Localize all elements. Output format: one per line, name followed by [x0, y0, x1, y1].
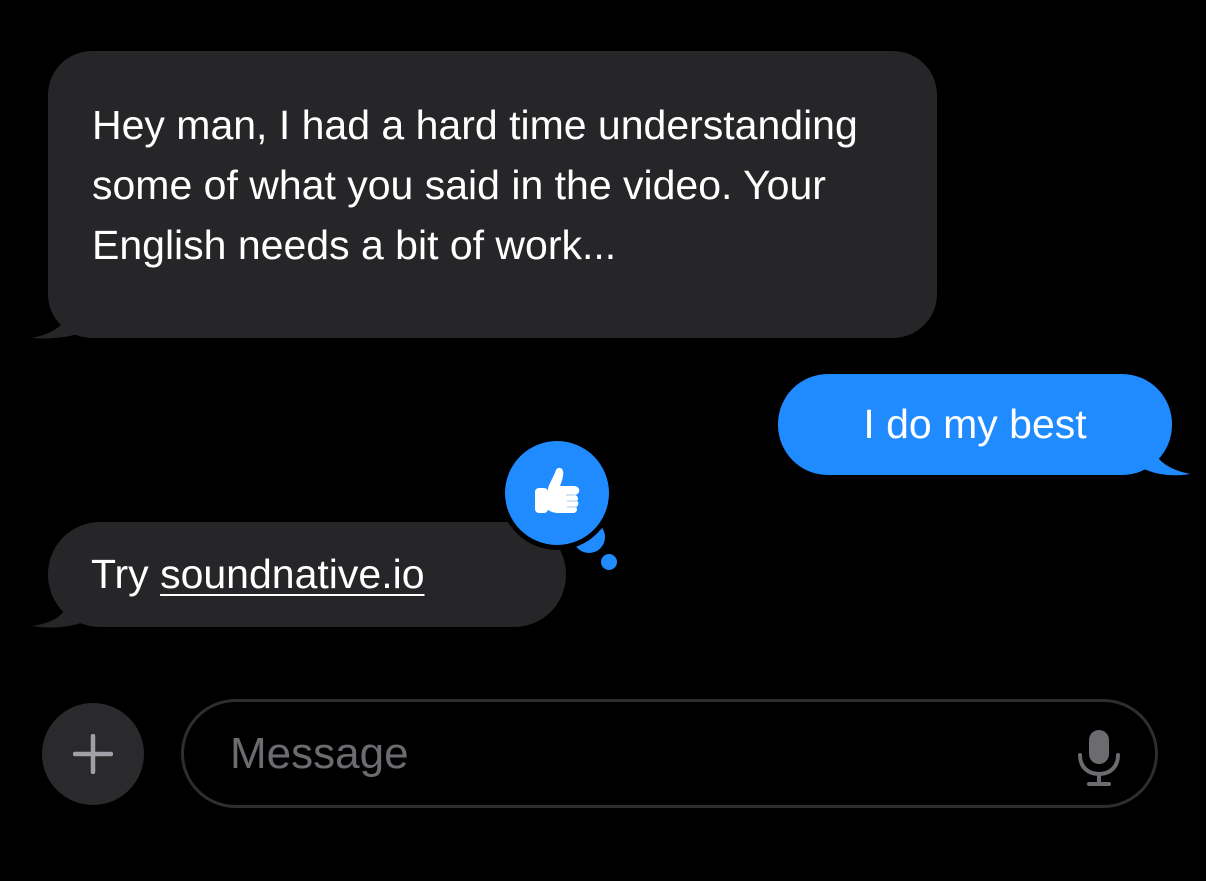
outgoing-message-bubble[interactable]: I do my best — [778, 374, 1172, 475]
incoming-message-bubble[interactable]: Hey man, I had a hard time understanding… — [48, 51, 937, 338]
incoming-bubble-tail — [32, 300, 98, 339]
incoming-bubble-tail — [32, 590, 98, 628]
messages-screen: Hey man, I had a hard time understanding… — [0, 0, 1206, 881]
plus-icon — [73, 734, 113, 774]
reaction-bubble-dot — [601, 554, 617, 570]
microphone-icon[interactable] — [1074, 729, 1124, 787]
thumbs-up-reaction[interactable] — [505, 441, 609, 545]
message-text: Hey man, I had a hard time understanding… — [92, 102, 858, 268]
message-text: I do my best — [863, 401, 1087, 447]
message-link[interactable]: soundnative.io — [160, 551, 424, 597]
message-text-prefix: Try — [91, 551, 161, 597]
message-input[interactable] — [230, 716, 1030, 792]
incoming-message-bubble[interactable]: Try soundnative.io — [48, 522, 566, 627]
message-input-container — [181, 699, 1158, 808]
add-attachment-button[interactable] — [42, 703, 144, 805]
outgoing-bubble-tail — [1136, 436, 1190, 476]
thumbs-up-icon — [535, 467, 580, 513]
